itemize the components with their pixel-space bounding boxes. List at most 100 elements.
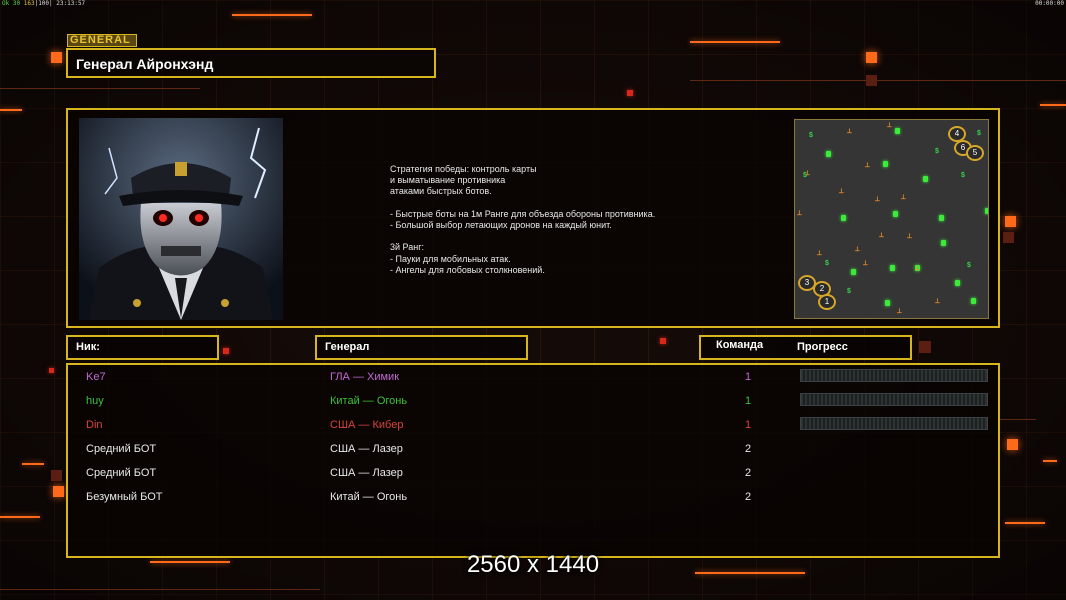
supply-pile-icon xyxy=(851,269,856,275)
player-progress-bar xyxy=(800,393,988,406)
player-team[interactable]: 2 xyxy=(745,485,751,509)
player-row[interactable]: huy Китай — Огонь 1 xyxy=(68,389,998,413)
start-position-marker[interactable]: 1 xyxy=(818,294,836,310)
oil-derrick-icon: ⟂ xyxy=(855,246,860,253)
oil-derrick-icon: ⟂ xyxy=(817,250,822,257)
player-general[interactable]: США — Кибер xyxy=(330,413,403,437)
player-row[interactable]: Din США — Кибер 1 xyxy=(68,413,998,437)
player-team[interactable]: 1 xyxy=(745,413,751,437)
general-title: Генерал Айронхэнд xyxy=(76,56,214,72)
oil-derrick-icon: ⟂ xyxy=(879,232,884,239)
deco-square xyxy=(51,470,62,481)
player-nick: Средний БОТ xyxy=(86,443,157,455)
player-general[interactable]: Китай — Огонь xyxy=(330,485,407,509)
player-general[interactable]: США — Лазер xyxy=(330,461,403,485)
player-nick: Din xyxy=(86,419,103,431)
header-team: Команда xyxy=(716,339,764,351)
general-description: Стратегия победы: контроль карты и вымат… xyxy=(390,164,656,275)
oil-derrick-icon: ⟂ xyxy=(797,210,802,217)
deco-square xyxy=(49,368,54,373)
deco-line xyxy=(1000,419,1036,420)
deco-line xyxy=(0,589,320,590)
supply-pile-icon xyxy=(895,128,900,134)
fps-value-b: 163 xyxy=(23,0,35,7)
deco-square xyxy=(866,52,877,63)
player-nick: huy xyxy=(86,395,104,407)
supply-pile-icon xyxy=(885,300,890,306)
supply-pile-icon xyxy=(890,265,895,271)
oil-derrick-icon: ⟂ xyxy=(847,128,852,135)
minimap[interactable]: ⟂ ⟂ ⟂ ⟂ ⟂ ⟂ ⟂ ⟂ ⟂ ⟂ ⟂ ⟂ ⟂ ⟂ ⟂ ⟂ ⟂ $ $ $ … xyxy=(794,119,989,319)
player-team[interactable]: 2 xyxy=(745,461,751,485)
supply-pile-icon xyxy=(883,161,888,167)
cash-marker-icon: $ xyxy=(967,262,971,269)
oil-derrick-icon: ⟂ xyxy=(875,196,880,203)
header-team-progress: Команда Прогресс xyxy=(699,335,912,360)
player-progress-bar xyxy=(800,417,988,430)
general-portrait-image xyxy=(79,118,283,320)
oil-derrick-icon: ⟂ xyxy=(915,265,920,272)
fps-label: Ok xyxy=(2,0,10,7)
deco-square xyxy=(919,341,931,353)
player-row[interactable]: Средний БОТ США — Лазер 2 xyxy=(68,461,998,485)
deco-square xyxy=(660,338,666,344)
player-nick: Средний БОТ xyxy=(86,467,157,479)
oil-derrick-icon: ⟂ xyxy=(887,122,892,129)
cash-marker-icon: $ xyxy=(803,172,807,179)
fps-value-a: 30 xyxy=(12,0,21,7)
supply-pile-icon xyxy=(955,280,960,286)
deco-square xyxy=(51,52,62,63)
deco-square xyxy=(1007,439,1018,450)
player-team[interactable]: 1 xyxy=(745,365,751,389)
player-team[interactable]: 2 xyxy=(745,437,751,461)
general-tag: GENERAL xyxy=(67,34,137,47)
deco-line xyxy=(1005,522,1045,524)
deco-line xyxy=(0,88,200,89)
general-portrait xyxy=(79,118,283,320)
deco-line xyxy=(0,516,40,518)
clock: 23:13:57 xyxy=(56,0,86,7)
deco-square xyxy=(866,75,877,86)
player-nick: Безумный БОТ xyxy=(86,491,163,503)
oil-derrick-icon: ⟂ xyxy=(901,194,906,201)
oil-derrick-icon: ⟂ xyxy=(863,260,868,267)
cash-marker-icon: $ xyxy=(825,260,829,267)
supply-pile-icon xyxy=(923,176,928,182)
general-title-box: Генерал Айронхэнд xyxy=(66,48,436,78)
player-row[interactable]: Безумный БОТ Китай — Огонь 2 xyxy=(68,485,998,509)
cash-marker-icon: $ xyxy=(935,148,939,155)
deco-square xyxy=(627,90,633,96)
deco-line xyxy=(690,80,1066,81)
header-progress: Прогресс xyxy=(797,341,848,353)
start-position-marker[interactable]: 5 xyxy=(966,145,984,161)
oil-derrick-icon: ⟂ xyxy=(865,162,870,169)
game-timer: 00:00:00 xyxy=(1035,0,1064,7)
cash-marker-icon: $ xyxy=(977,130,981,137)
deco-line xyxy=(1043,460,1057,462)
oil-derrick-icon: ⟂ xyxy=(907,233,912,240)
supply-pile-icon xyxy=(941,240,946,246)
deco-line xyxy=(0,109,22,111)
deco-square xyxy=(1003,232,1014,243)
supply-pile-icon xyxy=(893,211,898,217)
deco-line xyxy=(232,14,312,16)
player-row[interactable]: Средний БОТ США — Лазер 2 xyxy=(68,437,998,461)
cash-marker-icon: $ xyxy=(847,288,851,295)
oil-derrick-icon: ⟂ xyxy=(897,308,902,315)
deco-line xyxy=(22,463,44,465)
header-general: Генерал xyxy=(315,335,528,360)
player-team[interactable]: 1 xyxy=(745,389,751,413)
player-row[interactable]: Ke7 ГЛА — Химик 1 xyxy=(68,365,998,389)
deco-line xyxy=(690,41,780,43)
oil-derrick-icon: ⟂ xyxy=(839,188,844,195)
supply-pile-icon xyxy=(985,208,988,214)
player-general[interactable]: США — Лазер xyxy=(330,437,403,461)
player-progress-bar xyxy=(800,369,988,382)
fps-value-c: 100 xyxy=(38,0,50,7)
supply-pile-icon xyxy=(939,215,944,221)
player-general[interactable]: Китай — Огонь xyxy=(330,389,407,413)
header-nick: Ник: xyxy=(66,335,219,360)
supply-pile-icon xyxy=(841,215,846,221)
resolution-watermark: 2560 x 1440 xyxy=(466,551,600,578)
player-general[interactable]: ГЛА — Химик xyxy=(330,365,399,389)
